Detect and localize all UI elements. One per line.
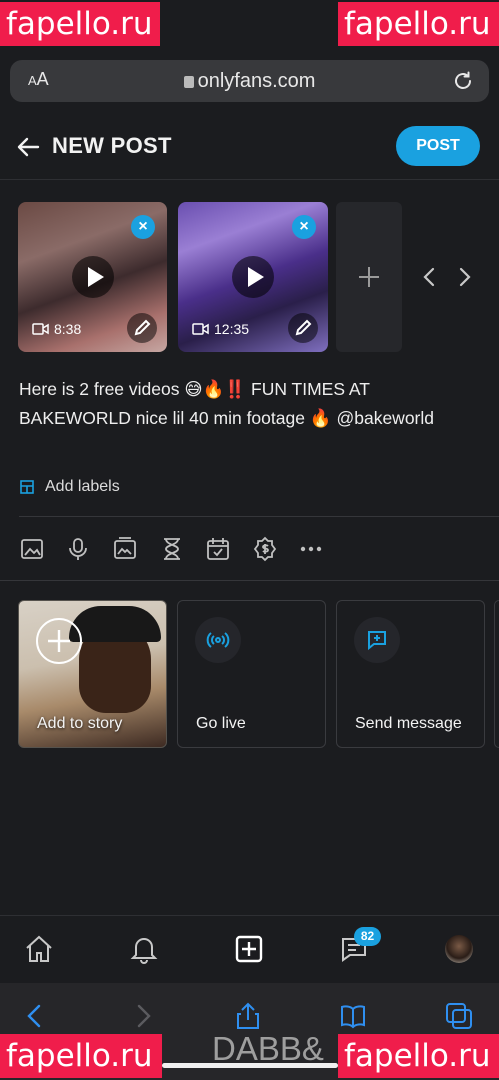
post-header: NEW POST POST [0, 118, 499, 180]
hourglass-icon[interactable] [159, 536, 185, 562]
watermark-top-right: fapello.ru [338, 2, 499, 46]
watermark-bottom-right: fapello.ru [338, 1034, 499, 1078]
post-button[interactable]: POST [396, 126, 480, 166]
message-plus-icon [354, 617, 400, 663]
broadcast-icon [195, 617, 241, 663]
url-text: onlyfans.com [197, 70, 316, 92]
chevron-left-icon[interactable] [419, 265, 439, 289]
new-post-icon[interactable] [233, 933, 265, 965]
browser-back-icon[interactable] [20, 1001, 50, 1031]
duration-label: 8:38 [54, 321, 82, 337]
back-arrow-icon[interactable] [16, 134, 42, 160]
page-title: NEW POST [52, 133, 172, 158]
video-duration: 8:38 [32, 321, 81, 337]
edit-media-button[interactable] [288, 313, 318, 343]
url-display[interactable]: onlyfans.com [10, 70, 489, 93]
home-indicator [162, 1063, 338, 1068]
edit-media-button[interactable] [127, 313, 157, 343]
tabs-icon[interactable] [444, 1001, 474, 1031]
lock-icon [183, 76, 194, 88]
browser-forward-icon[interactable] [128, 1001, 158, 1031]
more-icon[interactable] [298, 536, 324, 562]
home-icon[interactable] [23, 933, 55, 965]
address-bar[interactable]: AA onlyfans.com [10, 60, 489, 102]
remove-media-button[interactable]: × [292, 215, 316, 239]
pencil-icon [295, 319, 312, 336]
add-labels-button[interactable]: Add labels [19, 478, 120, 496]
post-text[interactable]: Here is 2 free videos 😅🔥‼️ FUN TIMES AT … [19, 375, 484, 433]
reload-icon[interactable] [451, 69, 475, 93]
media-thumbnail[interactable]: × 8:38 [18, 202, 167, 352]
play-icon[interactable] [232, 256, 274, 298]
microphone-icon[interactable] [65, 536, 91, 562]
video-duration: 12:35 [192, 321, 249, 337]
card-label: Send message [355, 715, 462, 732]
pencil-icon [134, 319, 151, 336]
add-story-icon [36, 618, 82, 664]
chevron-right-icon[interactable] [455, 265, 475, 289]
add-media-button[interactable] [336, 202, 402, 352]
messages-badge: 82 [354, 927, 381, 946]
vault-icon[interactable] [112, 536, 138, 562]
story-portrait-cap [69, 606, 161, 642]
card-label: Go live [196, 715, 246, 732]
card-label: Add to story [37, 715, 123, 732]
notifications-bell-icon[interactable] [128, 933, 160, 965]
watermark-top-left: fapello.ru [0, 2, 160, 46]
next-card[interactable] [494, 600, 499, 748]
video-camera-icon [192, 323, 209, 335]
divider [19, 516, 499, 517]
media-thumbnail[interactable]: × 12:35 [178, 202, 328, 352]
bottom-nav [0, 915, 499, 983]
play-icon[interactable] [71, 256, 114, 298]
send-message-card[interactable]: Send message [336, 600, 485, 748]
share-icon[interactable] [233, 1001, 263, 1031]
image-icon[interactable] [19, 536, 45, 562]
label-icon [20, 480, 34, 494]
remove-media-button[interactable]: × [131, 215, 155, 239]
bookmarks-icon[interactable] [338, 1001, 368, 1031]
add-labels-label: Add labels [45, 478, 120, 495]
profile-avatar[interactable] [445, 935, 473, 963]
calendar-icon[interactable] [205, 536, 231, 562]
video-camera-icon [32, 323, 49, 335]
add-to-story-card[interactable]: Add to story [18, 600, 167, 748]
price-icon[interactable] [252, 536, 278, 562]
go-live-card[interactable]: Go live [177, 600, 326, 748]
plus-icon [359, 267, 379, 287]
divider [0, 580, 499, 581]
duration-label: 12:35 [214, 321, 250, 337]
watermark-bottom-left: fapello.ru [0, 1034, 162, 1078]
